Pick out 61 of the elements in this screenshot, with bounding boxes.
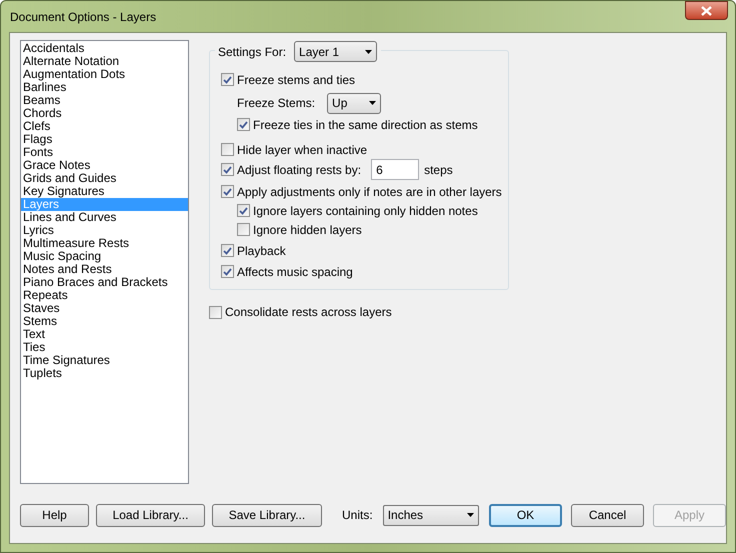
caret-icon: [467, 513, 474, 517]
window-title: Document Options - Layers: [9, 8, 158, 26]
category-item[interactable]: Lyrics: [21, 224, 188, 237]
dialog-button[interactable]: OK: [489, 504, 562, 526]
steps-label: steps: [424, 162, 453, 178]
checkbox-option[interactable]: Hide layer when inactive: [221, 140, 509, 159]
category-item[interactable]: Multimeasure Rests: [21, 237, 188, 250]
units-dropdown[interactable]: Inches: [382, 504, 479, 526]
rests-input[interactable]: 6: [371, 159, 420, 180]
category-item[interactable]: Augmentation Dots: [21, 68, 188, 81]
checkbox-option[interactable]: Adjust floating rests by:: [221, 160, 362, 178]
category-item[interactable]: Chords: [21, 107, 188, 120]
caret-icon: [369, 101, 376, 105]
category-item[interactable]: Text: [21, 328, 188, 341]
check-icon: [223, 166, 232, 174]
check-icon: [223, 268, 232, 276]
dialog-button[interactable]: Cancel: [571, 504, 644, 526]
freeze-stems-label: Freeze Stems:: [237, 95, 316, 112]
close-icon: [701, 6, 712, 16]
check-icon: [223, 188, 232, 196]
check-icon: [223, 76, 232, 84]
check-icon: [239, 120, 248, 128]
checkbox-option[interactable]: Affects music spacing: [221, 262, 509, 281]
category-item[interactable]: Lines and Curves: [21, 211, 188, 224]
category-item[interactable]: Notes and Rests: [21, 263, 188, 276]
checkbox-option[interactable]: Ignore layers containing only hidden notes: [237, 201, 509, 220]
check-icon: [239, 206, 248, 214]
category-item[interactable]: Accidentals: [21, 42, 188, 55]
units-label: Units:: [342, 507, 373, 524]
checkbox-option[interactable]: Playback: [221, 241, 509, 260]
settings-for-label: Settings For:: [217, 44, 286, 60]
checkbox-option[interactable]: Freeze ties in the same direction as stems: [237, 115, 509, 134]
caret-icon: [365, 50, 372, 54]
category-item[interactable]: Time Signatures: [21, 354, 188, 367]
category-item[interactable]: Clefs: [21, 120, 188, 133]
category-item[interactable]: Tuplets: [21, 367, 188, 380]
consolidate-checkbox[interactable]: Consolidate rests across layers: [209, 303, 509, 321]
category-item[interactable]: Flags: [21, 133, 188, 146]
category-item[interactable]: Piano Braces and Brackets: [21, 276, 188, 289]
dialog-button[interactable]: Help: [20, 504, 89, 526]
checkbox-option[interactable]: Freeze stems and ties: [221, 70, 509, 89]
layer-dropdown[interactable]: Layer 1: [294, 41, 378, 62]
checkbox-option[interactable]: Apply adjustments only if notes are in other layers: [221, 182, 509, 201]
category-item[interactable]: Alternate Notation: [21, 55, 188, 68]
dialog-button[interactable]: Save Library...: [212, 504, 322, 526]
dialog-button[interactable]: Load Library...: [96, 504, 205, 526]
stems-dropdown[interactable]: Up: [327, 92, 382, 114]
close-button[interactable]: [685, 1, 728, 20]
category-item[interactable]: Fonts: [21, 146, 188, 159]
category-item[interactable]: Key Signatures: [21, 185, 188, 198]
category-item[interactable]: Barlines: [21, 81, 188, 94]
category-item[interactable]: Grace Notes: [21, 159, 188, 172]
category-item[interactable]: Repeats: [21, 289, 188, 302]
category-item[interactable]: Stems: [21, 315, 188, 328]
category-item[interactable]: Ties: [21, 341, 188, 354]
check-icon: [223, 246, 232, 254]
checkbox-option[interactable]: Ignore hidden layers: [237, 220, 509, 239]
category-item[interactable]: Music Spacing: [21, 250, 188, 263]
category-item[interactable]: Staves: [21, 302, 188, 315]
category-item[interactable]: Beams: [21, 94, 188, 107]
category-item[interactable]: Grids and Guides: [21, 172, 188, 185]
